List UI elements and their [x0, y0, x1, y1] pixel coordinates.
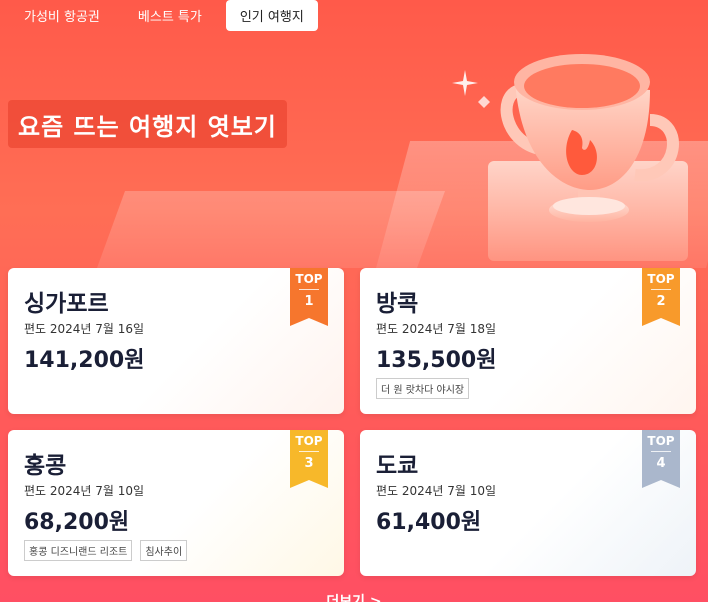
tag-list: 홍콩 디즈니랜드 리조트 침사추이 — [24, 540, 188, 561]
destination-card[interactable]: 도쿄 편도 2024년 7월 10일 61,400원 TOP 4 — [360, 430, 696, 576]
tab-popular-destinations[interactable]: 인기 여행지 — [225, 0, 318, 31]
hero-title: 요즘 뜨는 여행지 엿보기 — [8, 100, 287, 148]
travel-date: 편도 2024년 7월 10일 — [376, 484, 497, 498]
destination-card[interactable]: 방콕 편도 2024년 7월 18일 135,500원 더 원 랏차다 야시장 … — [360, 268, 696, 414]
price: 61,400원 — [376, 510, 482, 535]
badge-top-label: TOP — [647, 272, 675, 286]
badge-rank-number: 3 — [304, 456, 314, 471]
tab-value-flights[interactable]: 가성비 항공권 — [10, 0, 114, 31]
trophy-icon — [500, 54, 679, 222]
attraction-tag: 홍콩 디즈니랜드 리조트 — [24, 540, 133, 561]
badge-rank-number: 1 — [304, 294, 314, 309]
attraction-tag: 침사추이 — [140, 540, 188, 561]
city-name: 싱가포르 — [24, 291, 109, 317]
price: 135,500원 — [376, 348, 497, 373]
rank-badge: TOP 1 — [290, 268, 328, 326]
tag-list: 더 원 랏차다 야시장 — [376, 378, 470, 399]
price: 141,200원 — [24, 348, 145, 373]
sparkle-icon — [478, 96, 490, 108]
attraction-tag: 더 원 랏차다 야시장 — [376, 378, 470, 399]
destination-card[interactable]: 싱가포르 편도 2024년 7월 16일 141,200원 TOP 1 — [8, 268, 344, 414]
price: 68,200원 — [24, 510, 130, 535]
rank-badge: TOP 2 — [642, 268, 680, 326]
category-tabs: 가성비 항공권 베스트 특가 인기 여행지 — [10, 0, 318, 31]
city-name: 홍콩 — [24, 453, 67, 479]
city-name: 방콕 — [376, 291, 419, 317]
city-name: 도쿄 — [376, 453, 419, 479]
badge-top-label: TOP — [295, 272, 323, 286]
rank-badge: TOP 4 — [642, 430, 680, 488]
rank-badge: TOP 3 — [290, 430, 328, 488]
travel-date: 편도 2024년 7월 10일 — [24, 484, 145, 498]
destination-card[interactable]: 홍콩 편도 2024년 7월 10일 68,200원 홍콩 디즈니랜드 리조트 … — [8, 430, 344, 576]
badge-top-label: TOP — [295, 434, 323, 448]
sparkle-icon — [452, 70, 478, 96]
more-link[interactable]: 더보기 > — [0, 591, 708, 602]
badge-rank-number: 4 — [656, 456, 666, 471]
travel-date: 편도 2024년 7월 16일 — [24, 322, 145, 336]
travel-date: 편도 2024년 7월 18일 — [376, 322, 497, 336]
badge-rank-number: 2 — [656, 294, 666, 309]
badge-top-label: TOP — [647, 434, 675, 448]
tab-best-deals[interactable]: 베스트 특가 — [124, 0, 216, 31]
